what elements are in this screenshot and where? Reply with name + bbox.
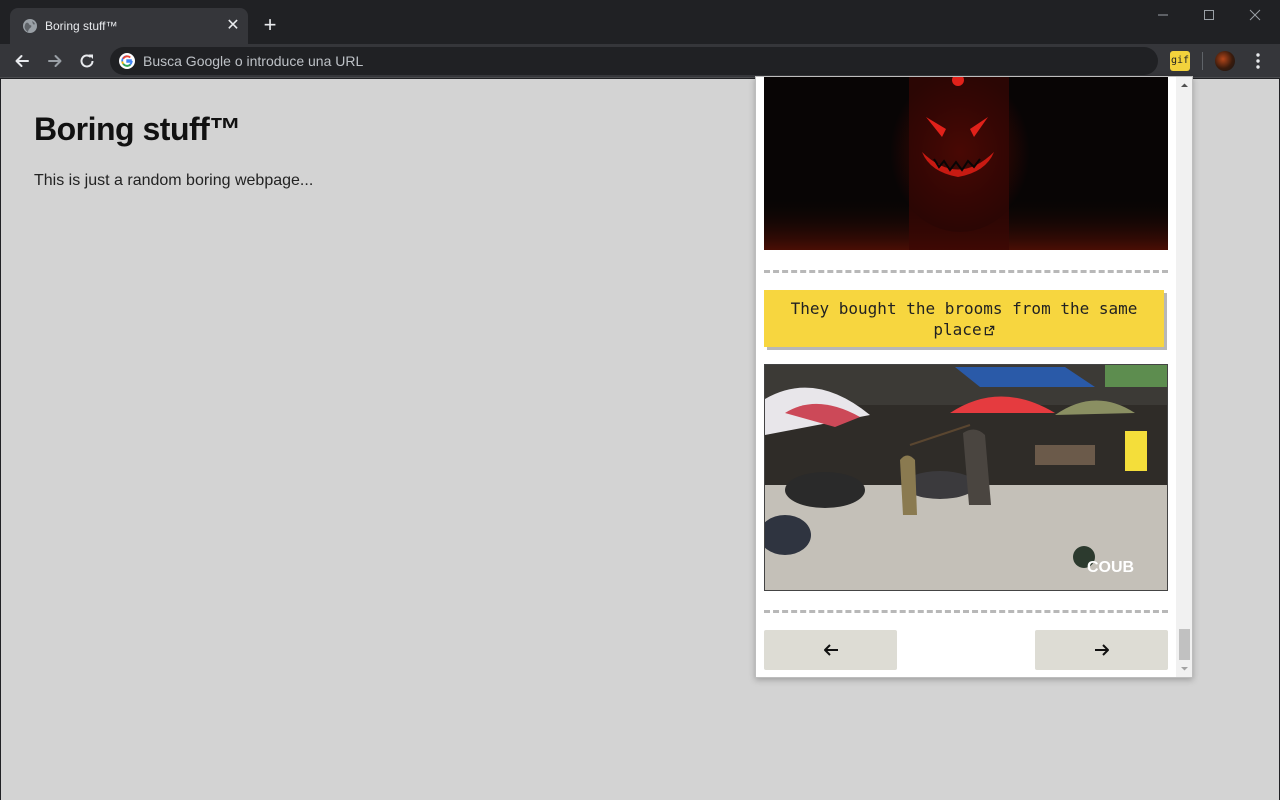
three-dots-menu-icon[interactable] (1250, 51, 1266, 71)
back-button[interactable] (10, 49, 34, 73)
window-close-icon[interactable] (1232, 4, 1278, 26)
next-gif-button[interactable] (1035, 630, 1168, 670)
toolbar-separator (1202, 52, 1203, 70)
left-arrow-icon (823, 644, 838, 656)
gif-image-pumpkin[interactable] (764, 77, 1168, 250)
forward-arrow-icon (48, 55, 62, 67)
address-bar-placeholder: Busca Google o introduce una URL (143, 53, 364, 69)
coub-watermark: COUB (1087, 559, 1134, 576)
external-link-icon (984, 325, 994, 336)
minimize-icon[interactable] (1140, 4, 1186, 26)
address-bar[interactable]: Busca Google o introduce una URL (110, 47, 1158, 75)
back-arrow-icon (15, 55, 29, 67)
forward-button[interactable] (43, 49, 67, 73)
title-bar: Boring stuff™ ✕ + (0, 0, 1280, 44)
previous-gif-button[interactable] (764, 630, 897, 670)
scrollbar-thumb[interactable] (1179, 629, 1190, 660)
reload-icon (80, 54, 94, 68)
reload-button[interactable] (75, 49, 99, 73)
gif-extension-popup: They bought the brooms from the same pla… (755, 76, 1193, 678)
google-icon (119, 53, 135, 69)
street-market-gif-graphic: COUB (765, 365, 1167, 590)
new-tab-button[interactable]: + (258, 14, 282, 38)
tab-title: Boring stuff™ (45, 19, 118, 33)
browser-tab[interactable]: Boring stuff™ ✕ (10, 8, 248, 44)
page-title: Boring stuff™ (34, 111, 241, 147)
globe-icon (23, 19, 37, 33)
profile-avatar[interactable] (1215, 51, 1235, 71)
maximize-icon[interactable] (1186, 4, 1232, 26)
close-tab-icon[interactable]: ✕ (224, 17, 242, 35)
popup-content[interactable]: They bought the brooms from the same pla… (756, 77, 1176, 677)
gif-extension-button[interactable]: gif (1170, 51, 1190, 71)
pumpkin-gif-graphic (764, 77, 1168, 250)
gif-caption-text: They bought the brooms from the same pla… (790, 299, 1138, 339)
scroll-down-arrow-icon[interactable] (1176, 660, 1193, 677)
gif-caption-link[interactable]: They bought the brooms from the same pla… (764, 290, 1164, 347)
dashed-divider (764, 610, 1168, 613)
gif-image-street-market[interactable]: COUB (764, 364, 1168, 591)
browser-toolbar: Busca Google o introduce una URL gif (0, 44, 1280, 78)
scroll-up-arrow-icon[interactable] (1176, 77, 1193, 94)
dashed-divider (764, 270, 1168, 273)
page-text: This is just a random boring webpage... (34, 172, 314, 189)
popup-scrollbar[interactable] (1176, 77, 1193, 677)
right-arrow-icon (1094, 644, 1109, 656)
